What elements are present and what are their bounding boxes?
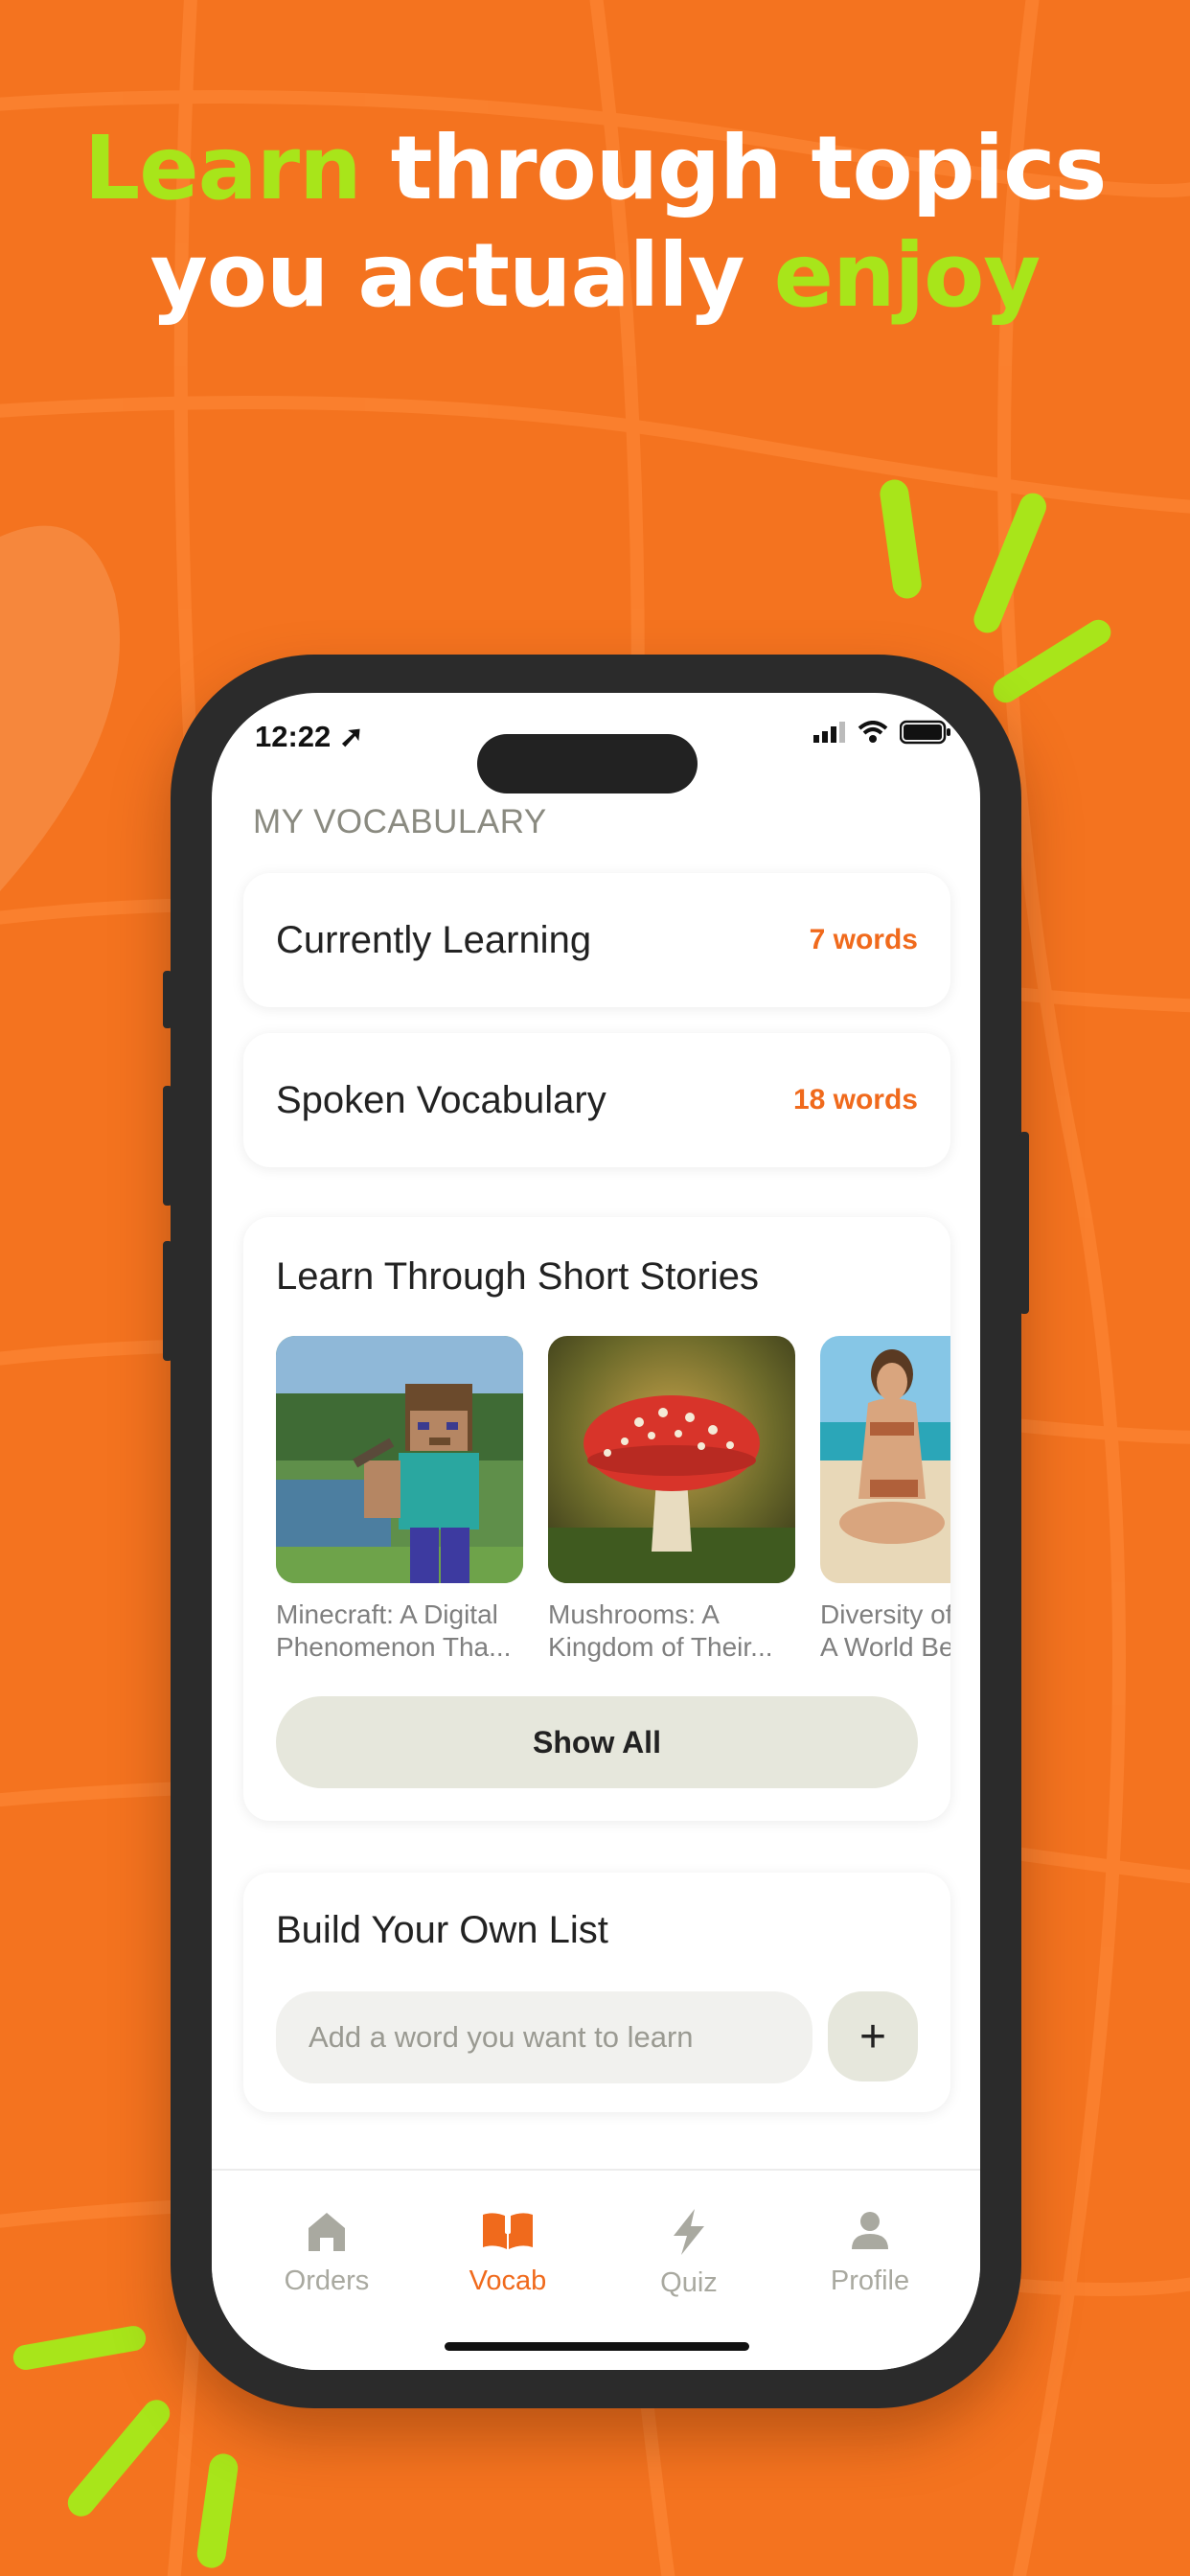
bottom-tab-bar: Orders Vocab Quiz Profile [212, 2169, 980, 2370]
story-thumbnail-mushrooms [548, 1336, 795, 1583]
story-title-line: Mushrooms: A [548, 1599, 720, 1629]
story-title-line: A World Be [820, 1632, 950, 1662]
battery-icon [900, 720, 950, 745]
phone-frame: 12:22 ➚ MY VOCABULARY Currently Learning… [163, 655, 1029, 2408]
book-icon [483, 2213, 533, 2249]
short-stories-heading: Learn Through Short Stories [276, 1255, 760, 1298]
add-word-button[interactable]: + [828, 1991, 918, 2082]
headline-line-1: Learn through topics [0, 115, 1190, 222]
home-icon [309, 2213, 345, 2251]
stories-carousel[interactable]: Minecraft: A Digital Phenomenon Tha... M… [276, 1336, 950, 1681]
mute-switch [163, 971, 172, 1028]
plus-icon: + [858, 2011, 887, 2062]
story-title-diversity: Diversity of A World Be [820, 1598, 950, 1664]
status-icons [813, 720, 951, 745]
tab-label-quiz: Quiz [660, 2267, 718, 2298]
tab-vocab[interactable]: Vocab [422, 2209, 594, 2297]
build-list-card: Build Your Own List + [243, 1873, 950, 2112]
short-stories-card: Learn Through Short Stories Minecraft: A… [243, 1217, 950, 1821]
story-title-line: Kingdom of Their... [548, 1632, 773, 1662]
tab-profile[interactable]: Profile [784, 2209, 956, 2297]
story-title-mushrooms: Mushrooms: A Kingdom of Their... [548, 1598, 795, 1664]
spoken-vocabulary-label: Spoken Vocabulary [276, 1078, 606, 1121]
volume-up-button [163, 1086, 172, 1206]
status-time-text: 12:22 [255, 720, 332, 753]
story-card-mushrooms[interactable]: Mushrooms: A Kingdom of Their... [548, 1336, 795, 1664]
status-time: 12:22 ➚ [255, 720, 364, 754]
story-title-line: Minecraft: A Digital [276, 1599, 498, 1629]
headline-accent-learn: Learn [83, 117, 362, 219]
story-card-minecraft[interactable]: Minecraft: A Digital Phenomenon Tha... [276, 1336, 523, 1664]
headline-text-2: you actually [149, 224, 774, 327]
show-all-button[interactable]: Show All [276, 1696, 918, 1788]
story-title-line: Diversity of [820, 1599, 950, 1629]
add-word-input[interactable] [276, 1991, 812, 2083]
section-title-my-vocabulary: MY VOCABULARY [253, 803, 547, 840]
tab-label-orders: Orders [284, 2266, 370, 2296]
phone-screen: 12:22 ➚ MY VOCABULARY Currently Learning… [212, 693, 980, 2370]
currently-learning-label: Currently Learning [276, 918, 592, 961]
tab-quiz[interactable]: Quiz [603, 2209, 775, 2299]
currently-learning-card[interactable]: Currently Learning 7 words [243, 873, 950, 1007]
headline-text-1: through topics [360, 117, 1108, 219]
marketing-headline: Learn through topics you actually enjoy [0, 115, 1190, 330]
cellular-signal-icon [813, 722, 845, 743]
wifi-icon [858, 721, 888, 743]
headline-accent-enjoy: enjoy [773, 224, 1041, 327]
build-list-heading: Build Your Own List [276, 1909, 608, 1951]
tab-label-vocab: Vocab [469, 2266, 547, 2296]
story-thumbnail-minecraft [276, 1336, 523, 1583]
tab-label-profile: Profile [830, 2266, 910, 2296]
headline-line-2: you actually enjoy [0, 222, 1190, 330]
story-card-diversity[interactable]: Diversity of A World Be [820, 1336, 950, 1664]
location-arrow-icon: ➚ [338, 720, 364, 753]
dynamic-island [477, 734, 698, 794]
story-thumbnail-diversity [820, 1336, 950, 1583]
person-icon [852, 2212, 888, 2249]
power-button [1019, 1132, 1029, 1314]
volume-down-button [163, 1241, 172, 1361]
tab-orders[interactable]: Orders [240, 2209, 413, 2297]
spoken-vocabulary-card[interactable]: Spoken Vocabulary 18 words [243, 1033, 950, 1167]
currently-learning-count: 7 words [809, 924, 918, 955]
story-title-minecraft: Minecraft: A Digital Phenomenon Tha... [276, 1598, 523, 1664]
story-title-line: Phenomenon Tha... [276, 1632, 512, 1662]
spoken-vocabulary-count: 18 words [792, 1084, 918, 1116]
home-indicator[interactable] [445, 2342, 749, 2351]
lightning-icon [674, 2209, 704, 2255]
